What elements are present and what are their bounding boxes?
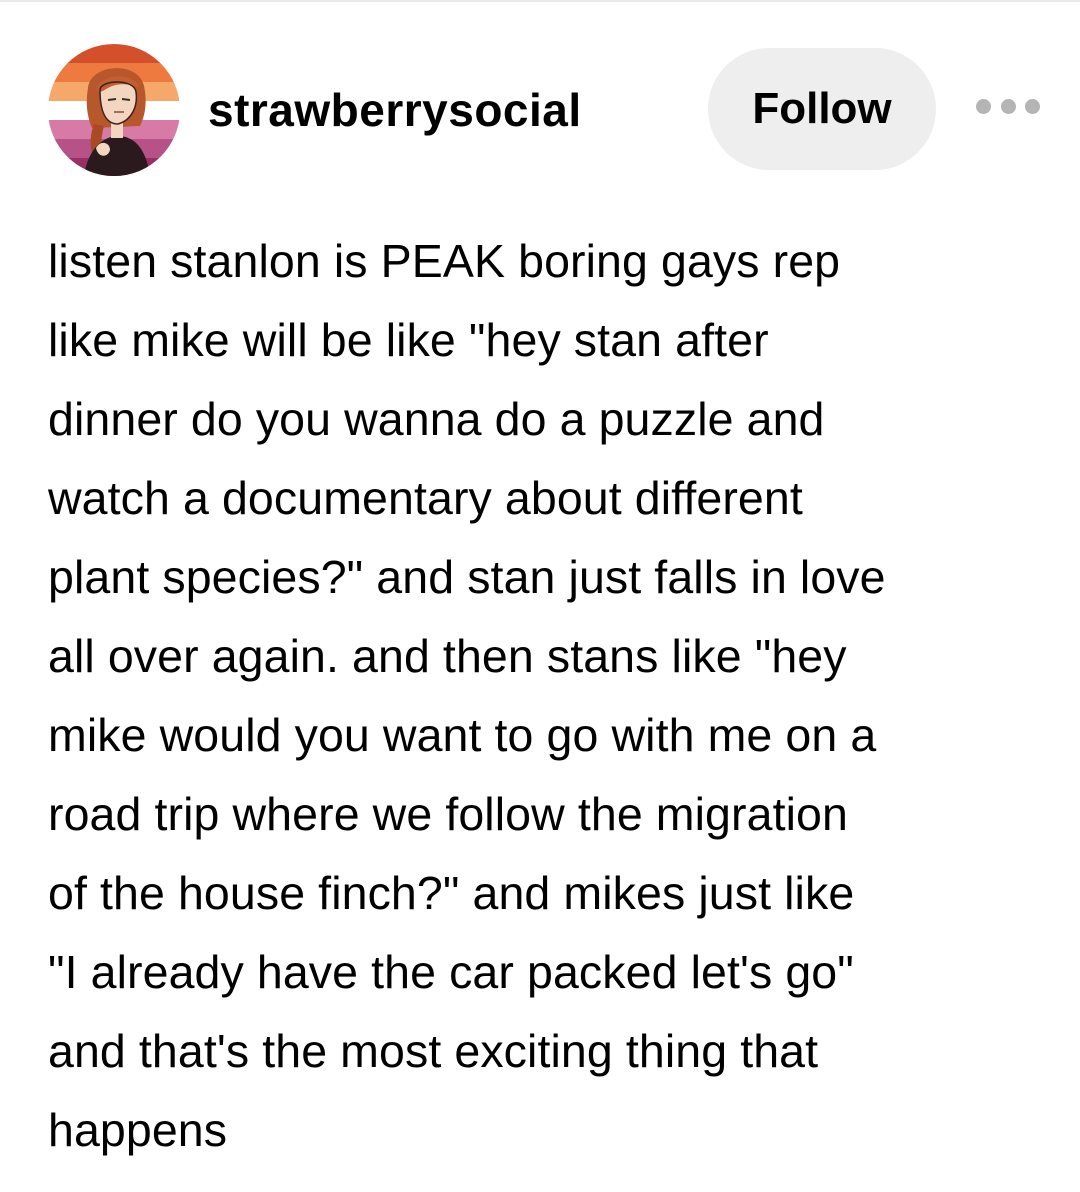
post-body-text: listen stanlon is PEAK boring gays rep l…: [48, 235, 886, 1156]
follow-button[interactable]: Follow: [708, 48, 936, 170]
avatar[interactable]: [48, 44, 180, 176]
ellipsis-icon: [1000, 98, 1016, 114]
post-header: strawberrysocial Follow: [0, 0, 1080, 200]
author-username[interactable]: strawberrysocial: [208, 78, 582, 142]
more-options-button[interactable]: [976, 88, 1040, 124]
ellipsis-icon: [1025, 98, 1040, 114]
ellipsis-icon: [976, 98, 991, 114]
avatar-illustration-icon: [48, 44, 180, 176]
